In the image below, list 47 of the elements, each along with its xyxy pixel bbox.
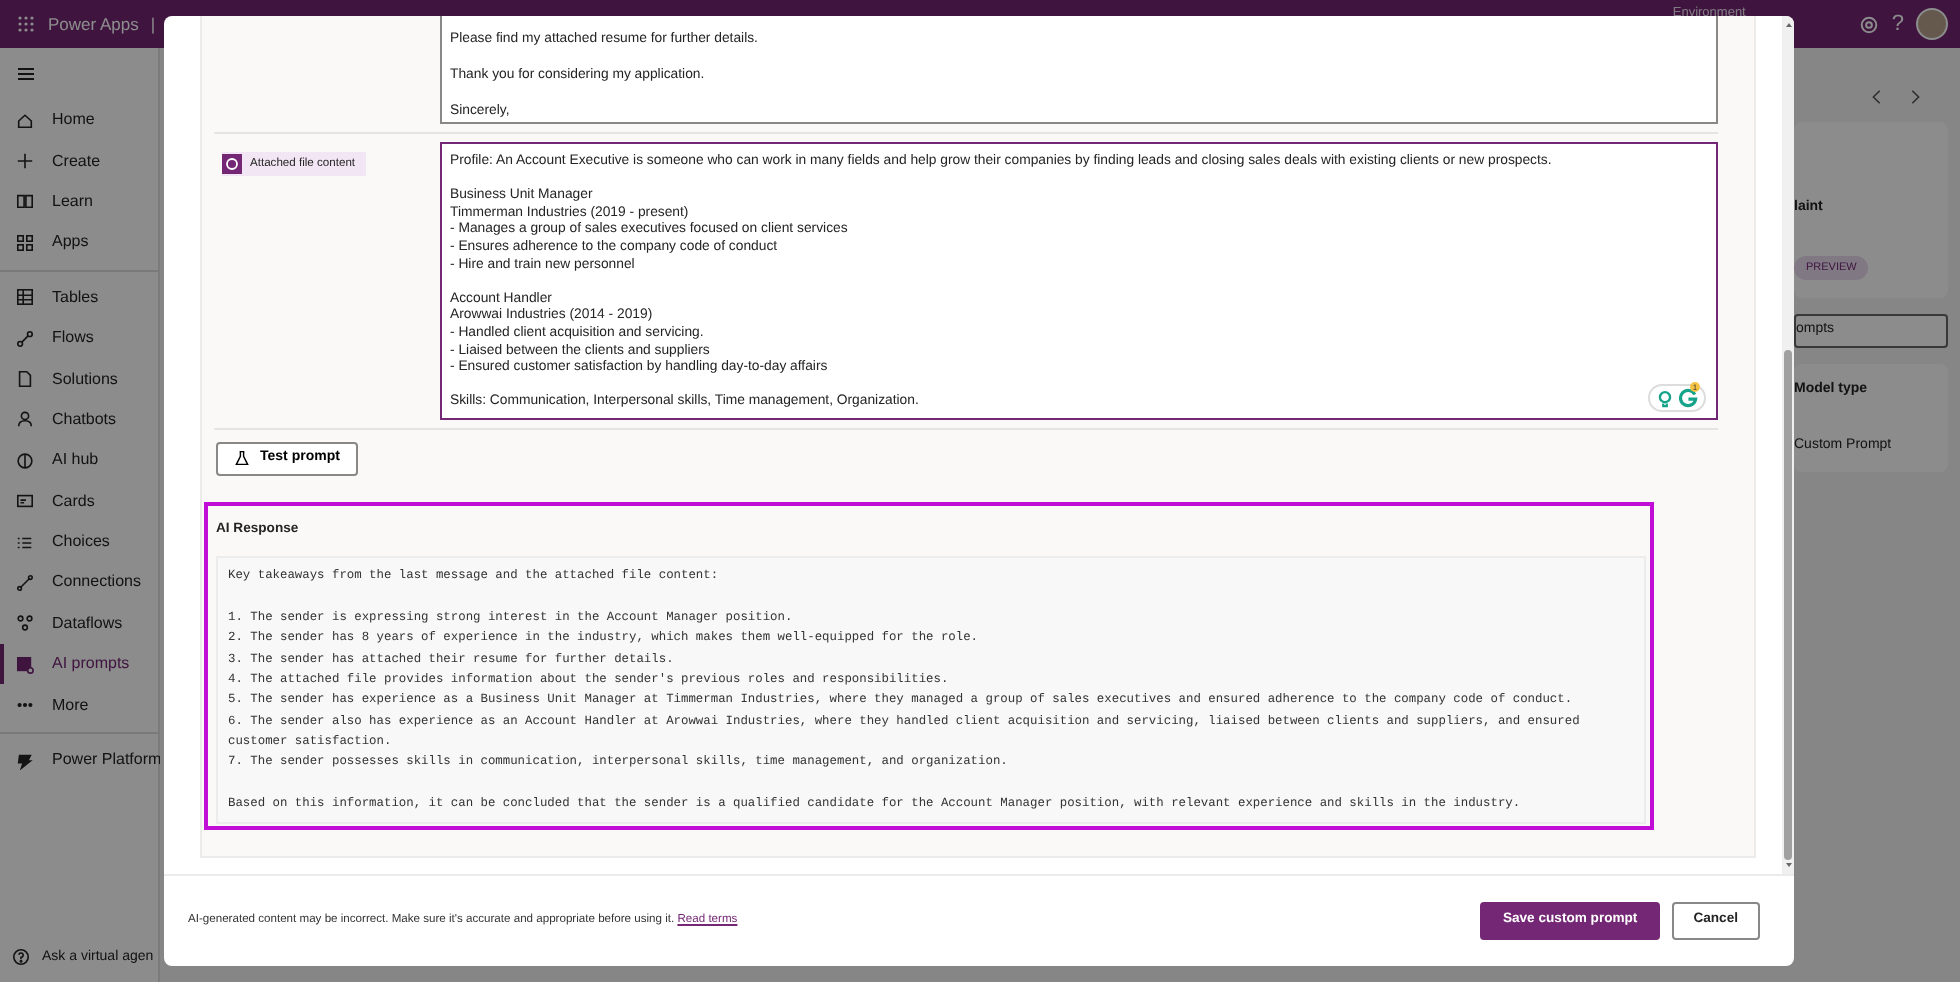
nav-item[interactable]: Solutions [0,358,158,400]
prompt-icon [16,655,34,674]
nav-item[interactable]: Learn [0,181,158,223]
help-button[interactable]: ? [1891,7,1904,41]
chevron-right-icon[interactable] [1906,88,1924,106]
list-icon [16,533,34,552]
flask-icon [234,450,250,467]
globe-icon [16,451,34,470]
help-icon [12,948,30,967]
card-icon [16,492,34,511]
nav-item[interactable]: Apps [0,222,158,264]
settings-icon[interactable] [1857,13,1880,35]
nav-item[interactable]: AI hub [0,440,158,482]
nodes-icon [16,614,34,633]
grammar-check-icon[interactable] [1678,388,1698,408]
title-separator: | [150,11,156,37]
bot-icon [16,410,34,429]
scroll-up-icon[interactable] [1783,20,1793,30]
app-title[interactable]: Power Apps [48,11,139,37]
scrollbar-thumb[interactable] [1784,350,1792,860]
document-icon [16,370,34,389]
platform-icon [16,751,34,770]
bulb-icon[interactable] [1656,389,1674,407]
link-icon [16,573,34,592]
nav-item[interactable]: Flows [0,317,158,359]
home-icon [16,111,34,130]
nav-item[interactable]: Power Platform [0,739,158,781]
nav-item[interactable]: Dataflows [0,603,158,645]
nav-item[interactable]: Choices [0,521,158,563]
nav-item[interactable]: Home [0,100,158,141]
attachment-icon [222,154,242,174]
chevron-left-icon[interactable] [1868,88,1886,106]
app-launcher-icon[interactable] [16,14,36,34]
table-icon [16,288,34,307]
book-icon [16,192,34,211]
nav-item[interactable]: Connections [0,562,158,604]
grid-icon [16,233,34,252]
nav-item[interactable]: Chatbots [0,399,158,441]
nav-item[interactable]: Cards [0,481,158,522]
plus-icon [16,152,34,171]
nav-item[interactable]: More [0,684,158,726]
menu-icon[interactable] [16,64,36,84]
nav-item[interactable]: Tables [0,277,158,318]
avatar[interactable] [1916,8,1948,40]
nav-item[interactable]: Create [0,140,158,182]
flow-icon [16,329,34,348]
scrollbar[interactable] [1782,16,1794,874]
